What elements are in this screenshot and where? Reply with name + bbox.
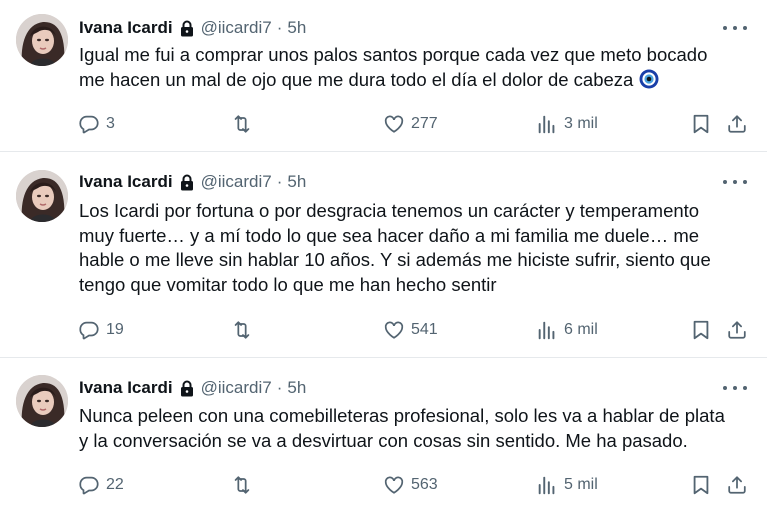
views-count: 5 mil: [564, 476, 598, 493]
tweet-actions: 3 277 3 mil: [78, 110, 758, 138]
share-button[interactable]: [726, 316, 748, 344]
tweet-header: Ivana Icardi @iicardi7 · 5h: [79, 170, 306, 194]
lock-icon: [179, 174, 195, 191]
retweet-button[interactable]: [231, 110, 259, 138]
timestamp[interactable]: 5h: [287, 172, 306, 192]
more-icon[interactable]: [723, 172, 747, 192]
lock-icon: [179, 20, 195, 37]
share-button[interactable]: [726, 471, 748, 499]
author-name[interactable]: Ivana Icardi: [79, 18, 173, 38]
tweet-text: Igual me fui a comprar unos palos santos…: [79, 43, 749, 92]
like-button[interactable]: 541: [383, 316, 438, 344]
reply-button[interactable]: 19: [78, 316, 124, 344]
share-icon: [726, 319, 748, 341]
bookmark-button[interactable]: [690, 110, 712, 138]
timestamp[interactable]: 5h: [287, 18, 306, 38]
heart-icon: [383, 113, 405, 135]
separator: ·: [276, 172, 283, 191]
nazar-amulet-emoji-icon: [639, 69, 659, 89]
views-button[interactable]: 5 mil: [536, 471, 598, 499]
views-icon: [536, 474, 558, 496]
lock-icon: [179, 380, 195, 397]
tweet-text-line-content: tengo que vomitar todo lo que me han hec…: [79, 273, 497, 295]
avatar[interactable]: [16, 14, 68, 66]
tweet-text-line: Nunca peleen con una comebilleteras prof…: [79, 404, 749, 429]
bookmark-button[interactable]: [690, 316, 712, 344]
retweet-icon: [231, 474, 253, 496]
avatar[interactable]: [16, 170, 68, 222]
share-icon: [726, 474, 748, 496]
retweet-icon: [231, 319, 253, 341]
author-name[interactable]: Ivana Icardi: [79, 378, 173, 398]
tweet-text-line-content: me hacen un mal de ojo que me dura todo …: [79, 68, 634, 90]
bookmark-icon: [690, 113, 712, 135]
author-handle[interactable]: @iicardi7: [201, 18, 272, 38]
replies-count: 19: [106, 321, 124, 338]
tweet-actions: 22 563 5 mil: [78, 471, 758, 499]
avatar[interactable]: [16, 375, 68, 427]
reply-button[interactable]: 3: [78, 110, 115, 138]
tweet-text-line-content: Igual me fui a comprar unos palos santos…: [79, 44, 708, 65]
replies-count: 22: [106, 476, 124, 493]
tweet-text-line-content: Nunca peleen con una comebilleteras prof…: [79, 405, 725, 426]
bookmark-icon: [690, 474, 712, 496]
separator: ·: [276, 378, 283, 397]
tweet-text-line: muy fuerte… y a mí todo lo que sea hacer…: [79, 224, 749, 249]
retweet-icon: [231, 113, 253, 135]
bookmark-button[interactable]: [690, 471, 712, 499]
replies-count: 3: [106, 115, 115, 132]
author-handle[interactable]: @iicardi7: [201, 378, 272, 398]
tweet-text-line: hable o me lleve sin hablar 10 años. Y s…: [79, 248, 749, 273]
tweet-text-line-content: hable o me lleve sin hablar 10 años. Y s…: [79, 249, 711, 270]
views-button[interactable]: 3 mil: [536, 110, 598, 138]
reply-icon: [78, 319, 100, 341]
views-count: 3 mil: [564, 115, 598, 132]
likes-count: 563: [411, 476, 438, 493]
tweet-text-line-content: muy fuerte… y a mí todo lo que sea hacer…: [79, 224, 700, 246]
tweet-header: Ivana Icardi @iicardi7 · 5h: [79, 16, 306, 40]
like-button[interactable]: 277: [383, 110, 438, 138]
likes-count: 277: [411, 115, 438, 132]
share-icon: [726, 113, 748, 135]
separator: ·: [276, 18, 283, 37]
tweet-text-line: Igual me fui a comprar unos palos santos…: [79, 43, 749, 68]
heart-icon: [383, 319, 405, 341]
views-button[interactable]: 6 mil: [536, 316, 598, 344]
views-count: 6 mil: [564, 321, 598, 338]
author-name[interactable]: Ivana Icardi: [79, 172, 173, 192]
tweet-actions: 19 541 6 mil: [78, 316, 758, 344]
bookmark-icon: [690, 319, 712, 341]
reply-icon: [78, 113, 100, 135]
author-handle[interactable]: @iicardi7: [201, 172, 272, 192]
tweet-text-line: tengo que vomitar todo lo que me han hec…: [79, 273, 749, 298]
timestamp[interactable]: 5h: [287, 378, 306, 398]
tweet-text-line: me hacen un mal de ojo que me dura todo …: [79, 68, 749, 93]
retweet-button[interactable]: [231, 471, 259, 499]
retweet-button[interactable]: [231, 316, 259, 344]
tweet-feed: Ivana Icardi @iicardi7 · 5h Igual me fui a c…: [0, 0, 767, 508]
reply-icon: [78, 474, 100, 496]
more-icon[interactable]: [723, 18, 747, 38]
tweet-text: Los Icardi por fortuna o por desgracia t…: [79, 199, 749, 297]
views-icon: [536, 113, 558, 135]
tweet-header: Ivana Icardi @iicardi7 · 5h: [79, 376, 306, 400]
views-icon: [536, 319, 558, 341]
tweet-text-line: y la conversación se va a desvirtuar con…: [79, 429, 749, 454]
heart-icon: [383, 474, 405, 496]
likes-count: 541: [411, 321, 438, 338]
tweet-text-line-content: y la conversación se va a desvirtuar con…: [79, 429, 688, 451]
divider: [0, 357, 767, 358]
like-button[interactable]: 563: [383, 471, 438, 499]
share-button[interactable]: [726, 110, 748, 138]
more-icon[interactable]: [723, 378, 747, 398]
tweet-text-line-content: Los Icardi por fortuna o por desgracia t…: [79, 200, 700, 221]
tweet-text: Nunca peleen con una comebilleteras prof…: [79, 404, 749, 453]
tweet-text-line: Los Icardi por fortuna o por desgracia t…: [79, 199, 749, 224]
reply-button[interactable]: 22: [78, 471, 124, 499]
divider: [0, 151, 767, 152]
